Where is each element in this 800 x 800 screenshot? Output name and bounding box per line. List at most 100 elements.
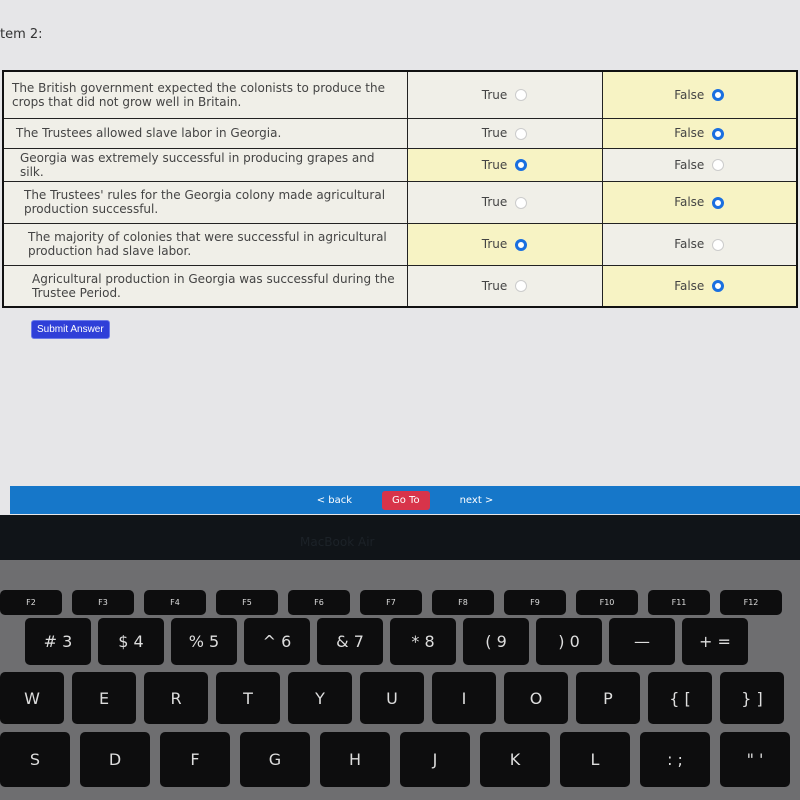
radio-button[interactable] [515,280,528,293]
key[interactable]: { [ [648,672,712,724]
table-row: Georgia was extremely successful in prod… [2,147,798,182]
key[interactable]: T [216,672,280,724]
key[interactable]: H [320,732,390,787]
statement: The British government expected the colo… [2,70,408,119]
option-false[interactable]: False [601,147,798,182]
key[interactable]: $ 4 [98,618,164,665]
key[interactable]: F11 [648,590,710,615]
key[interactable]: F12 [720,590,782,615]
radio-button[interactable] [712,280,725,293]
key[interactable]: R [144,672,208,724]
statement: Agricultural production in Georgia was s… [2,264,408,308]
key[interactable]: U [360,672,424,724]
statement: Georgia was extremely successful in prod… [2,147,408,182]
keyboard: F2 F3 F4 F5 F6 F7 F8 F9 F10 F11 F12 # 3 $ 4% 5 ^ 6 & 7… [0,560,800,800]
key[interactable]: F [160,732,230,787]
key[interactable]: F10 [576,590,638,615]
next-link[interactable]: next > [460,495,494,506]
radio-button[interactable] [712,238,725,251]
option-false[interactable]: False [601,264,798,308]
option-false[interactable]: False [601,180,798,224]
key[interactable]: F6 [288,590,350,615]
radio-button[interactable] [712,89,725,102]
key[interactable]: E [72,672,136,724]
option-label: False [674,278,705,293]
radio-button[interactable] [712,127,725,140]
key[interactable]: J [400,732,470,787]
key[interactable]: F9 [504,590,566,615]
option-label: True [481,195,508,209]
radio-button[interactable] [515,89,528,102]
option-label: False [674,237,705,251]
go-to-button[interactable]: Go To [382,490,430,510]
key[interactable]: } ] [720,672,784,724]
option-label: True [481,87,508,102]
key[interactable]: I [432,672,496,724]
navigation-bar: < back Go To next > [10,486,800,514]
option-true[interactable]: True [406,264,603,308]
screen: tem 2: The British government expected t… [0,0,800,515]
table-row: The Trustees allowed slave labor in Geor… [2,117,798,149]
option-label: True [481,126,508,140]
key[interactable]: D [80,732,150,787]
key[interactable]: W [0,672,64,724]
statement: The Trustees allowed slave labor in Geor… [2,117,408,149]
option-label: True [481,157,508,172]
option-true[interactable]: True [406,147,603,182]
statement: The Trustees' rules for the Georgia colo… [2,180,408,224]
statement: The majority of colonies that were succe… [2,222,408,266]
option-label: False [674,126,705,140]
radio-button[interactable] [712,159,725,171]
key[interactable]: G [240,732,310,787]
key[interactable]: " ' [720,732,790,787]
table-row: The British government expected the colo… [2,70,798,119]
key[interactable]: L [560,732,630,787]
key[interactable]: ( 9 [463,618,529,665]
key[interactable]: F5 [216,590,278,615]
radio-button[interactable] [515,159,528,171]
key[interactable]: O [504,672,568,724]
key[interactable]: F7 [360,590,422,615]
key[interactable]: F2 [0,590,62,615]
key[interactable]: S [0,732,70,787]
radio-button[interactable] [515,196,528,209]
option-false[interactable]: False [601,117,798,149]
key[interactable]: ^ 6 [244,618,310,665]
option-label: True [481,278,508,293]
option-true[interactable]: True [406,117,603,149]
key[interactable]: Y [288,672,352,724]
table-row: The majority of colonies that were succe… [2,222,798,266]
laptop-bezel: MacBook Air [0,515,800,560]
key[interactable]: : ; [640,732,710,787]
option-true[interactable]: True [406,222,603,266]
radio-button[interactable] [515,127,528,140]
key[interactable]: K [480,732,550,787]
key[interactable]: F4 [144,590,206,615]
true-false-table: The British government expected the colo… [2,70,798,308]
option-true[interactable]: True [406,180,603,224]
option-true[interactable]: True [406,70,603,119]
option-false[interactable]: False [601,70,798,119]
key[interactable]: + = [682,618,748,665]
key[interactable]: # 3 [25,618,91,665]
table-row: Agricultural production in Georgia was s… [2,264,798,308]
key[interactable]: ) 0 [536,618,602,665]
option-label: False [674,157,705,172]
key[interactable]: * 8 [390,618,456,665]
submit-answer-button[interactable]: Submit Answer [31,320,110,339]
key[interactable]: F8 [432,590,494,615]
option-label: False [674,195,705,209]
table-row: The Trustees' rules for the Georgia colo… [2,180,798,224]
back-link[interactable]: < back [317,495,352,506]
radio-button[interactable] [712,196,725,209]
key[interactable]: F3 [72,590,134,615]
key[interactable]: & 7 [317,618,383,665]
radio-button[interactable] [515,238,528,251]
option-false[interactable]: False [601,222,798,266]
key[interactable]: P [576,672,640,724]
key[interactable]: % 5 [171,618,237,665]
laptop-brand: MacBook Air [300,535,375,549]
key[interactable]: — [609,618,675,665]
option-label: False [674,87,705,102]
item-label: tem 2: [0,27,43,42]
